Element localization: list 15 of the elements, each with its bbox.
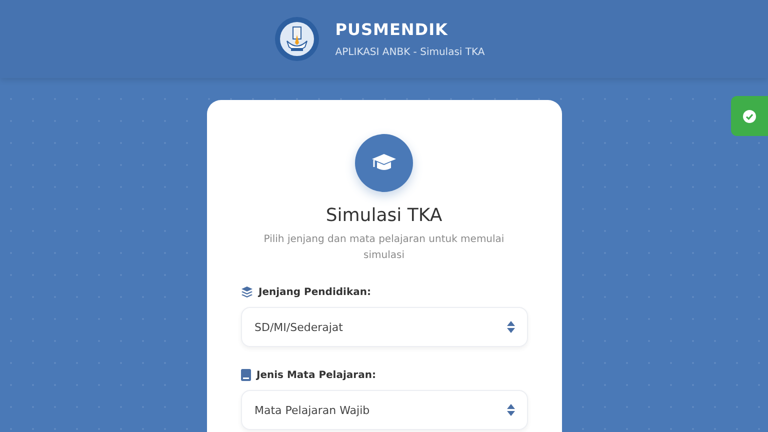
sort-arrows-icon [506,404,514,416]
app-subtitle: APLIKASI ANBK - Simulasi TKA [335,47,485,58]
book-icon [240,369,250,381]
select-field[interactable]: SD/MI/Sederajat [240,307,528,347]
select-field[interactable]: Mata Pelajaran Wajib [240,390,528,430]
field-label: Jenjang Pendidikan: [258,286,371,298]
card-title: Simulasi TKA [326,205,442,226]
field-label: Jenis Mata Pelajaran: [256,370,376,380]
app-title: PUSMENDIK [335,20,449,39]
sort-arrows-icon [506,321,514,333]
card-description: Pilih jenjang dan mata pelajaran untuk memulai simulasi [262,233,506,263]
layers-icon [240,286,252,298]
check-circle-icon [743,110,756,122]
graduation-cap-icon [371,153,397,173]
logo-icon [275,17,320,61]
